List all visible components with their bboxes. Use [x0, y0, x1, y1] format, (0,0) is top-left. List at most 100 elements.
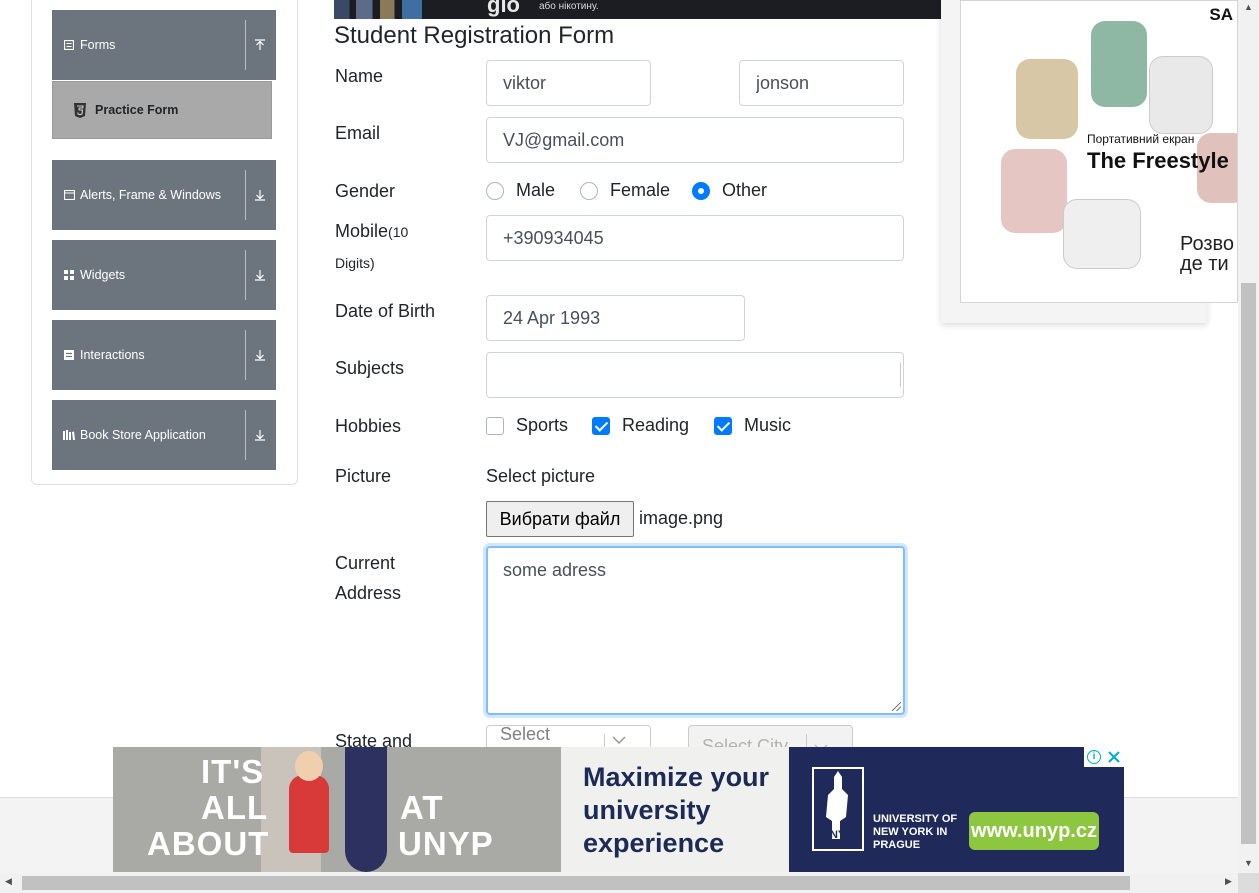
sidebar-group-widgets[interactable]: Widgets — [52, 240, 276, 310]
ad-u-shape — [345, 747, 387, 872]
projector-image — [1149, 56, 1213, 134]
ad-brand: glo — [487, 0, 520, 17]
radio-label: Female — [610, 180, 671, 200]
select-picture-label: Select picture — [486, 466, 596, 486]
gender-radio-other[interactable]: Other — [692, 180, 767, 201]
radio-button-selected[interactable] — [692, 181, 710, 200]
input-separator — [900, 363, 901, 387]
gender-radio-female[interactable]: Female — [580, 180, 670, 201]
first-name-input[interactable] — [486, 60, 651, 106]
sidebar-group-book-store[interactable]: Book Store Application — [52, 400, 276, 470]
ad-footer-line: де ти — [1180, 253, 1229, 275]
ad-footer-line: Розво — [1180, 233, 1235, 255]
expand-down-icon[interactable] — [252, 400, 268, 470]
right-ad-banner[interactable]: SA Портативний екран The Freestyle Розво… — [960, 0, 1238, 303]
ad-product-name: The Freestyle — [1087, 148, 1229, 173]
ad-headline: UNYP — [398, 825, 494, 862]
current-address-label-1: Current — [335, 553, 396, 573]
divider — [245, 330, 246, 380]
sidebar-group-label: Forms — [80, 38, 116, 52]
list-icon — [62, 320, 76, 390]
selected-file-name: image.png — [639, 508, 724, 528]
ad-footer-text: Розво де ти — [1180, 234, 1234, 274]
mobile-hint-line2: Digits) — [335, 255, 375, 271]
checkbox[interactable] — [486, 416, 504, 435]
expand-down-icon[interactable] — [252, 320, 268, 390]
scrollbar-corner — [1238, 873, 1259, 893]
mobile-input[interactable] — [486, 215, 904, 261]
expand-down-icon[interactable] — [252, 240, 268, 310]
ad-tagline: або нікотину. — [539, 1, 599, 12]
top-ad-banner[interactable]: glo або нікотину. — [334, 0, 941, 19]
gender-radio-male[interactable]: Male — [486, 180, 555, 201]
sidebar-group-alerts-frame-windows[interactable]: Alerts, Frame & Windows — [52, 160, 276, 230]
expand-down-icon[interactable] — [252, 160, 268, 230]
radio-label: Male — [516, 180, 556, 200]
radio-button[interactable] — [486, 181, 504, 200]
divider — [245, 250, 246, 300]
scrollbar-thumb[interactable] — [1241, 283, 1256, 844]
dob-label: Date of Birth — [335, 301, 436, 321]
close-icon[interactable] — [1106, 749, 1122, 765]
last-name-input[interactable] — [739, 60, 904, 106]
sidebar-group-label: Book Store Application — [80, 428, 206, 442]
subjects-label: Subjects — [335, 358, 405, 378]
ad-headline: ABOUT — [147, 825, 270, 862]
sidebar-group-label: Interactions — [80, 348, 145, 362]
hobby-checkbox-reading[interactable]: Reading — [592, 415, 689, 436]
ad-photo-panel: IT'S ALL ABOUT AT UNYP — [113, 747, 561, 872]
ad-info-icon[interactable]: i — [1087, 750, 1101, 764]
ad-person-image — [295, 751, 323, 781]
hobby-checkbox-sports[interactable]: Sports — [486, 415, 568, 436]
ad-message-panel: Maximize your university experience — [561, 747, 789, 872]
scroll-up-icon[interactable]: ▲ — [1244, 2, 1253, 12]
checkbox-checked[interactable] — [592, 416, 610, 435]
bottom-ad-banner[interactable]: IT'S ALL ABOUT AT UNYP Maximize your uni… — [113, 747, 1124, 872]
sidebar-group-label: Alerts, Frame & Windows — [80, 188, 222, 202]
current-address-textarea[interactable]: some adress — [486, 546, 905, 715]
radio-button[interactable] — [580, 181, 598, 200]
scroll-left-icon[interactable]: ◀ — [5, 876, 12, 887]
ad-controls[interactable]: i — [1084, 747, 1124, 767]
projector-image — [1016, 59, 1078, 139]
ad-product-image — [334, 0, 444, 19]
checkbox-label: Reading — [622, 415, 690, 435]
ad-brand-panel: UNYP UNIVERSITY OF NEW YORK IN PRAGUE ww… — [789, 747, 1124, 872]
ad-person-image — [289, 775, 329, 853]
collapse-up-icon[interactable] — [252, 10, 268, 80]
page-title: Student Registration Form — [334, 22, 615, 49]
logo-text: UNYP — [822, 829, 853, 841]
document-icon — [62, 10, 76, 80]
subjects-input[interactable] — [486, 352, 904, 398]
sidebar-item-label: Practice Form — [95, 103, 179, 117]
picture-label: Picture — [335, 466, 392, 486]
choose-file-button[interactable]: Вибрати файл — [486, 501, 634, 537]
ad-website-button[interactable]: www.unyp.cz — [969, 812, 1099, 850]
html5-icon — [73, 103, 87, 119]
divider — [245, 410, 246, 460]
date-of-birth-input[interactable] — [486, 295, 745, 341]
mobile-label-text: Mobile — [335, 221, 389, 241]
ad-headline: ALL — [201, 789, 269, 826]
grid-icon — [62, 240, 76, 310]
email-label: Email — [335, 123, 381, 143]
sidebar-item-practice-form[interactable]: Practice Form — [52, 81, 272, 139]
ad-brand: SA — [1209, 5, 1233, 24]
divider — [245, 170, 246, 220]
vertical-scrollbar[interactable]: ▲ ▼ — [1238, 0, 1259, 873]
scrollbar-thumb[interactable] — [22, 876, 1130, 890]
scroll-right-icon[interactable]: ▶ — [1225, 876, 1232, 887]
resize-handle-icon[interactable] — [892, 702, 901, 711]
horizontal-scrollbar[interactable]: ◀ ▶ — [0, 873, 1238, 893]
sidebar-group-forms[interactable]: Forms — [52, 10, 276, 80]
hobby-checkbox-music[interactable]: Music — [714, 415, 791, 436]
email-input[interactable] — [486, 117, 904, 163]
checkbox-label: Music — [744, 415, 792, 435]
mobile-hint: (10 — [388, 224, 409, 240]
projector-image — [1063, 199, 1141, 269]
checkbox-checked[interactable] — [714, 416, 732, 435]
scroll-down-icon[interactable]: ▼ — [1244, 858, 1253, 868]
sidebar-group-interactions[interactable]: Interactions — [52, 320, 276, 390]
name-label: Name — [335, 66, 384, 86]
chevron-down-icon[interactable] — [611, 732, 627, 748]
